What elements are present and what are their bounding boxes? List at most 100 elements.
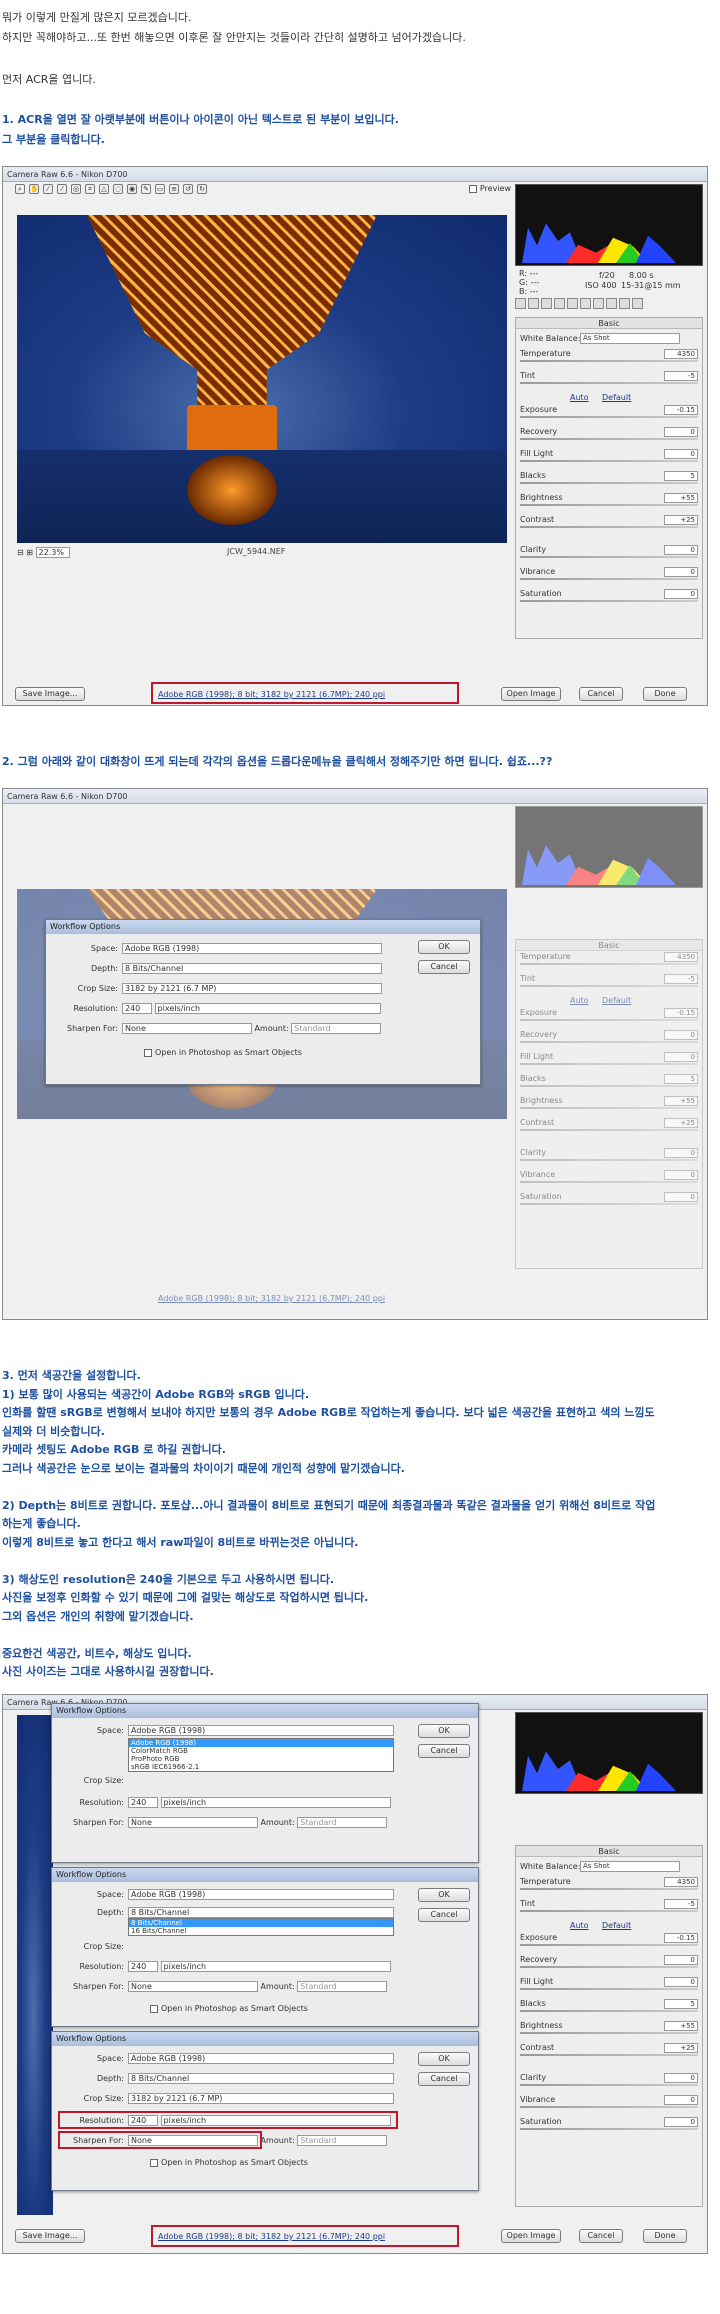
- rotate-left-icon[interactable]: ↺: [183, 184, 193, 194]
- auto-link[interactable]: Auto: [570, 995, 589, 1007]
- resolution-highlight: [58, 2111, 398, 2129]
- preferences-icon[interactable]: ≡: [169, 184, 179, 194]
- slider-fill-light[interactable]: Fill Light 0: [516, 1051, 702, 1073]
- zoom-level[interactable]: ⊟ ⊞ 22.3%: [17, 547, 70, 558]
- resolution-input[interactable]: 240: [122, 1003, 152, 1014]
- basic-panel: Basic White Balance: As Shot Temperature…: [515, 317, 703, 639]
- slider-clarity[interactable]: Clarity 0: [516, 2072, 702, 2094]
- intro-line-3: 먼저 ACR을 엽니다.: [2, 73, 96, 86]
- slider-fill-light[interactable]: Fill Light 0: [516, 1976, 702, 1998]
- save-image-button[interactable]: Save Image...: [15, 687, 85, 701]
- preview-toggle[interactable]: Preview: [468, 184, 511, 193]
- white-balance-row: White Balance: As Shot: [516, 333, 702, 348]
- space-option[interactable]: ProPhoto RGB: [129, 1755, 393, 1763]
- panel-title: Basic: [516, 318, 702, 329]
- step3-line: 중요한건 색공간, 비트수, 해상도 입니다.: [2, 1646, 192, 1660]
- slider-contrast[interactable]: Contrast +25: [516, 2042, 702, 2064]
- auto-link[interactable]: Auto: [570, 1920, 589, 1932]
- step3-line: 그러나 색공간은 눈으로 보이는 결과물의 차이이기 때문에 개인적 성향에 맡…: [2, 1461, 405, 1475]
- workflow-dialog-space: Workflow Options Space: Adobe RGB (1998) …: [51, 1703, 479, 1863]
- slider-saturation[interactable]: Saturation 0: [516, 2116, 702, 2138]
- adjust-brush-icon[interactable]: ✎: [141, 184, 151, 194]
- slider-exposure[interactable]: Exposure -0.15: [516, 1932, 702, 1954]
- slider-brightness[interactable]: Brightness +55: [516, 2020, 702, 2042]
- straighten-tool-icon[interactable]: △: [99, 184, 109, 194]
- open-image-button[interactable]: Open Image: [501, 687, 561, 701]
- white-balance-tool-icon[interactable]: ⁄: [43, 184, 53, 194]
- crop-size-select[interactable]: 3182 by 2121 (6.7 MP): [122, 983, 382, 994]
- slider-blacks[interactable]: Blacks 5: [516, 470, 702, 492]
- red-eye-icon[interactable]: ◉: [127, 184, 137, 194]
- space-option[interactable]: sRGB IEC61966-2.1: [129, 1763, 393, 1771]
- slider-brightness[interactable]: Brightness +55: [516, 1095, 702, 1117]
- sharpen-select[interactable]: None: [122, 1023, 252, 1034]
- depth-select[interactable]: 8 Bits/Channel: [122, 963, 382, 974]
- space-dropdown[interactable]: Adobe RGB (1998) ColorMatch RGB ProPhoto R…: [128, 1738, 394, 1772]
- ok-button[interactable]: OK: [418, 940, 470, 954]
- intro-line-2: 하지만 꼭해야하고...또 한번 해놓으면 이후론 잘 안만지는 것들이라 간단…: [2, 31, 466, 44]
- slider-saturation[interactable]: Saturation 0: [516, 588, 702, 610]
- hand-tool-icon[interactable]: ✋: [29, 184, 39, 194]
- depth-option[interactable]: 8 Bits/Channel: [129, 1919, 393, 1927]
- acr-window-3: Camera Raw 6.6 - Nikon D700 Basic White …: [2, 1694, 708, 2254]
- depth-option[interactable]: 16 Bits/Channel: [129, 1927, 393, 1935]
- depth-dropdown[interactable]: 8 Bits/Channel 16 Bits/Channel: [128, 1918, 394, 1936]
- slider-vibrance[interactable]: Vibrance 0: [516, 1169, 702, 1191]
- done-button[interactable]: Done: [643, 687, 687, 701]
- slider-recovery[interactable]: Recovery 0: [516, 1029, 702, 1051]
- resolution-unit-select[interactable]: pixels/inch: [154, 1003, 381, 1014]
- workflow-options-link[interactable]: Adobe RGB (1998); 8 bit; 3182 by 2121 (6…: [158, 1294, 385, 1303]
- cancel-button[interactable]: Cancel: [579, 687, 623, 701]
- slider-clarity[interactable]: Clarity 0: [516, 544, 702, 566]
- slider-blacks[interactable]: Blacks 5: [516, 1998, 702, 2020]
- workflow-options-dialog: Workflow Options Space: Adobe RGB (1998) …: [45, 919, 481, 1085]
- target-adjust-icon[interactable]: ◎: [71, 184, 81, 194]
- step3-line: 사진을 보정후 인화할 수 있기 때문에 그에 걸맞는 해상도로 작업하시면 됩…: [2, 1591, 369, 1604]
- color-sampler-icon[interactable]: ⁄: [57, 184, 67, 194]
- slider-tint[interactable]: Tint -5: [516, 370, 702, 392]
- smart-objects-checkbox[interactable]: [144, 1048, 152, 1057]
- workflow-dialog-depth: Workflow Options Space: Adobe RGB (1998) …: [51, 1867, 479, 2027]
- slider-exposure[interactable]: Exposure -0.15: [516, 404, 702, 426]
- slider-vibrance[interactable]: Vibrance 0: [516, 2094, 702, 2116]
- white-balance-select[interactable]: As Shot: [580, 333, 680, 344]
- default-link[interactable]: Default: [602, 995, 631, 1007]
- dialog-cancel-button[interactable]: Cancel: [418, 960, 470, 974]
- grad-filter-icon[interactable]: ▭: [155, 184, 165, 194]
- slider-clarity[interactable]: Clarity 0: [516, 1147, 702, 1169]
- slider-tint[interactable]: Tint -5: [516, 973, 702, 995]
- slider-tint[interactable]: Tint -5: [516, 1898, 702, 1920]
- space-select[interactable]: Adobe RGB (1998): [122, 943, 382, 954]
- zoom-tool-icon[interactable]: ⌕: [15, 184, 25, 194]
- slider-recovery[interactable]: Recovery 0: [516, 426, 702, 448]
- slider-exposure[interactable]: Exposure -0.15: [516, 1007, 702, 1029]
- auto-link[interactable]: Auto: [570, 392, 589, 404]
- slider-temperature[interactable]: Temperature 4350: [516, 951, 702, 973]
- slider-contrast[interactable]: Contrast +25: [516, 1117, 702, 1139]
- slider-temperature[interactable]: Temperature 4350: [516, 348, 702, 370]
- crop-tool-icon[interactable]: ⌗: [85, 184, 95, 194]
- slider-saturation[interactable]: Saturation 0: [516, 1191, 702, 1213]
- acr-window-2: Camera Raw 6.6 - Nikon D700 Basic Temper…: [2, 788, 708, 1320]
- filename: JCW_5944.NEF: [227, 547, 286, 556]
- bridge-pier: [187, 405, 277, 455]
- slider-fill-light[interactable]: Fill Light 0: [516, 448, 702, 470]
- step3-line: 1) 보통 많이 사용되는 색공간이 Adobe RGB와 sRGB 입니다.: [2, 1387, 310, 1401]
- slider-blacks[interactable]: Blacks 5: [516, 1073, 702, 1095]
- photo-preview: [17, 215, 507, 543]
- rotate-right-icon[interactable]: ↻: [197, 184, 207, 194]
- histogram: [515, 1712, 703, 1794]
- space-option[interactable]: Adobe RGB (1998): [129, 1739, 393, 1747]
- slider-temperature[interactable]: Temperature 4350: [516, 1876, 702, 1898]
- space-option[interactable]: ColorMatch RGB: [129, 1747, 393, 1755]
- slider-vibrance[interactable]: Vibrance 0: [516, 566, 702, 588]
- panel-tabs[interactable]: [515, 298, 703, 312]
- default-link[interactable]: Default: [602, 392, 631, 404]
- slider-recovery[interactable]: Recovery 0: [516, 1954, 702, 1976]
- slider-brightness[interactable]: Brightness +55: [516, 492, 702, 514]
- preview-checkbox[interactable]: [468, 184, 477, 193]
- camera-info: R: --- G: --- B: --- f/20 8.00 s ISO 400…: [519, 269, 681, 296]
- default-link[interactable]: Default: [602, 1920, 631, 1932]
- slider-contrast[interactable]: Contrast +25: [516, 514, 702, 536]
- spot-removal-icon[interactable]: ◌: [113, 184, 123, 194]
